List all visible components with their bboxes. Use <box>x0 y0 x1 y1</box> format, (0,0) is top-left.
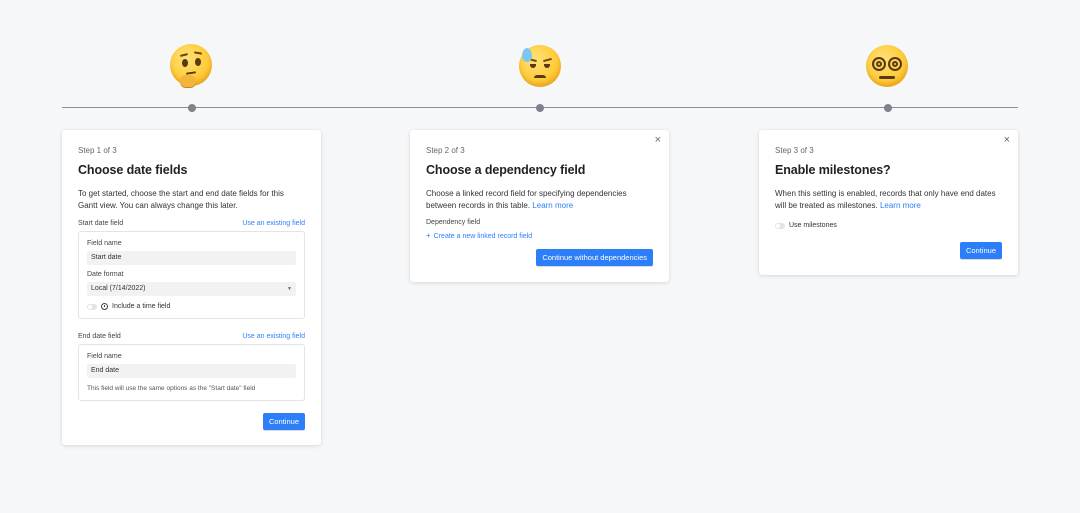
use-milestones-toggle[interactable] <box>775 222 785 229</box>
continue-without-dependencies-button[interactable]: Continue without dependencies <box>536 249 653 266</box>
face-with-spiral-eyes-icon <box>866 45 908 87</box>
card-title: Choose a dependency field <box>426 163 586 177</box>
end-field-name-input[interactable]: End date <box>87 364 296 378</box>
card-title: Choose date fields <box>78 163 188 177</box>
learn-more-link[interactable]: Learn more <box>880 201 921 210</box>
downcast-face-with-sweat-icon <box>519 45 561 87</box>
step-label: Step 3 of 3 <box>775 146 814 155</box>
date-format-select[interactable]: Local (7/14/2022) ▼ <box>87 282 296 296</box>
start-field-name-value: Start date <box>91 254 122 261</box>
date-format-value: Local (7/14/2022) <box>91 285 146 292</box>
start-field-name-input[interactable]: Start date <box>87 251 296 265</box>
start-date-section-label: Start date field <box>78 220 124 227</box>
dependency-field-label: Dependency field <box>426 219 481 226</box>
timeline-dot-step-1 <box>188 104 196 112</box>
close-icon[interactable]: × <box>655 134 661 146</box>
step-label: Step 1 of 3 <box>78 146 117 155</box>
timeline-dot-step-3 <box>884 104 892 112</box>
create-linked-record-field-link[interactable]: + Create a new linked record field <box>426 231 653 240</box>
clock-icon <box>101 303 108 310</box>
step-1-card: Step 1 of 3 Choose date fields To get st… <box>62 130 321 445</box>
plus-icon: + <box>426 231 431 240</box>
step-2-card: × Step 2 of 3 Choose a dependency field … <box>410 130 669 282</box>
card-description: Choose a linked record field for specify… <box>426 188 653 212</box>
step-3-card: × Step 3 of 3 Enable milestones? When th… <box>759 130 1018 275</box>
card-description: When this setting is enabled, records th… <box>775 188 1002 212</box>
close-icon[interactable]: × <box>1004 134 1010 146</box>
card-title: Enable milestones? <box>775 163 891 177</box>
step-label: Step 2 of 3 <box>426 146 465 155</box>
start-use-existing-field-link[interactable]: Use an existing field <box>242 220 305 227</box>
learn-more-link[interactable]: Learn more <box>532 201 573 210</box>
create-link-label: Create a new linked record field <box>433 233 533 240</box>
step-1-continue-button[interactable]: Continue <box>262 413 305 430</box>
description-text: Choose a linked record field for specify… <box>426 189 627 210</box>
step-3-continue-button[interactable]: Continue <box>959 242 1002 259</box>
card-description: To get started, choose the start and end… <box>78 189 284 210</box>
thinking-face-icon <box>170 44 212 87</box>
timeline-dot-step-2 <box>536 104 544 112</box>
start-date-config-box: Field name Start date Date format Local … <box>78 231 305 319</box>
end-use-existing-field-link[interactable]: Use an existing field <box>242 333 305 340</box>
end-date-section-label: End date field <box>78 333 121 340</box>
date-format-label: Date format <box>87 271 124 278</box>
use-milestones-label: Use milestones <box>789 222 837 229</box>
end-date-config-box: Field name End date This field will use … <box>78 344 305 401</box>
end-field-name-label: Field name <box>87 353 122 360</box>
include-time-toggle[interactable] <box>87 303 97 310</box>
end-field-note: This field will use the same options as … <box>87 385 256 392</box>
start-field-name-label: Field name <box>87 240 122 247</box>
end-field-name-value: End date <box>91 367 120 374</box>
include-time-label: Include a time field <box>112 303 171 310</box>
chevron-down-icon: ▼ <box>287 286 292 292</box>
